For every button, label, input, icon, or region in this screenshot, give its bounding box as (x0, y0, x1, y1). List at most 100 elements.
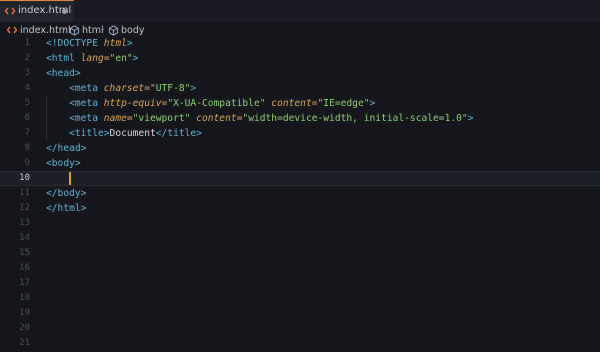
line-number: 5 (24, 98, 30, 108)
line-number: 17 (19, 278, 30, 288)
code-line[interactable]: 2 <html lang="en"> (0, 51, 600, 66)
tab-index-html[interactable]: index.html (0, 0, 74, 22)
code-token: </html> (46, 203, 87, 214)
line-number: 20 (19, 323, 30, 333)
code-token: </body> (46, 188, 87, 199)
breadcrumb-separator: › (62, 23, 66, 37)
breadcrumb-html[interactable]: html (69, 23, 104, 37)
chevron-right-icon: › (62, 25, 66, 35)
code-area[interactable]: 1 <!DOCTYPE html> 2 <html lang="en"> 3 <head>… (0, 36, 600, 352)
line-content: <meta http-equiv="X-UA-Compatible" conte… (46, 96, 375, 111)
line-number: 16 (19, 263, 30, 273)
code-token: > (132, 53, 139, 64)
line-number: 21 (19, 338, 30, 348)
line-content: </body> (46, 186, 86, 201)
tab-bar: index.html (0, 0, 600, 22)
text-cursor (69, 172, 71, 185)
code-token: http-equiv (103, 98, 162, 109)
code-token: content (196, 113, 237, 124)
code-line[interactable]: 20 (0, 321, 600, 336)
line-content: <meta name="viewport" content="width=dev… (46, 111, 473, 126)
code-token: <meta (69, 98, 104, 109)
code-token: "width=device-width, initial-scale=1.0" (242, 113, 468, 124)
code-token: "IE=edge" (317, 98, 370, 109)
code-line[interactable]: 6 <meta name="viewport" content="width=d… (0, 111, 600, 126)
code-token: "viewport" (132, 113, 191, 124)
breadcrumb-file[interactable]: index.html (6, 23, 71, 37)
code-line-active[interactable]: 10 (0, 171, 600, 186)
cube-icon (69, 24, 80, 36)
line-content: <html lang="en"> (46, 51, 138, 66)
line-number: 4 (24, 83, 30, 93)
html-file-icon (4, 7, 16, 15)
code-token: content (271, 98, 312, 109)
code-token: "UTF-8" (149, 83, 191, 94)
code-token: > (369, 98, 376, 109)
line-number: 19 (19, 308, 30, 318)
unsaved-dot-icon[interactable] (62, 9, 67, 14)
code-line[interactable]: 1 <!DOCTYPE html> (0, 36, 600, 51)
code-token: lang (80, 53, 104, 64)
line-number: 6 (24, 113, 30, 123)
code-line[interactable]: 21 (0, 336, 600, 351)
code-line[interactable]: 8 </head> (0, 141, 600, 156)
code-token: name (103, 113, 127, 124)
code-line[interactable]: 11 </body> (0, 186, 600, 201)
code-line[interactable]: 14 (0, 231, 600, 246)
line-number: 1 (24, 38, 30, 48)
breadcrumb-separator: › (101, 23, 105, 37)
code-line[interactable]: 9 <body> (0, 156, 600, 171)
breadcrumb-body-label: body (121, 24, 145, 36)
code-token: <body> (46, 158, 81, 169)
code-line[interactable]: 12 </html> (0, 201, 600, 216)
line-number: 7 (24, 128, 30, 138)
line-content: <body> (46, 156, 81, 171)
code-line[interactable]: 17 (0, 276, 600, 291)
code-token: <html (46, 53, 81, 64)
line-content: </head> (46, 141, 86, 156)
line-number: 8 (24, 143, 30, 153)
line-number: 11 (19, 188, 30, 198)
code-token: <!DOCTYPE (46, 38, 104, 49)
chevron-right-icon: › (101, 25, 105, 35)
code-line[interactable]: 4 <meta charset="UTF-8"> (0, 81, 600, 96)
line-number: 10 (19, 173, 30, 183)
code-token: "X-UA-Compatible" (167, 98, 266, 109)
line-number: 18 (19, 293, 30, 303)
code-token: <meta (69, 83, 104, 94)
line-content: <title>Document</title> (46, 126, 202, 141)
html-file-icon (6, 26, 18, 34)
code-token: <title> (69, 128, 110, 139)
code-token: charset (103, 83, 145, 94)
code-line[interactable]: 5 <meta http-equiv="X-UA-Compatible" con… (0, 96, 600, 111)
code-token: > (126, 38, 133, 49)
line-content: </html> (46, 201, 86, 216)
code-line[interactable]: 13 (0, 216, 600, 231)
code-token: > (190, 83, 197, 94)
line-number: 2 (24, 53, 30, 63)
code-editor: index.html index.html › html › body 1 <!… (0, 0, 600, 352)
code-token: html (103, 38, 127, 49)
line-number: 14 (19, 233, 30, 243)
line-number: 15 (19, 248, 30, 258)
code-token: <meta (69, 113, 104, 124)
code-line[interactable]: 3 <head> (0, 66, 600, 81)
code-line[interactable]: 18 (0, 291, 600, 306)
code-token: </head> (46, 143, 87, 154)
code-token: <head> (46, 68, 81, 79)
breadcrumb-body[interactable]: body (108, 23, 145, 37)
code-token: > (467, 113, 474, 124)
code-line[interactable]: 7 <title>Document</title> (0, 126, 600, 141)
line-content: <!DOCTYPE html> (46, 36, 133, 51)
line-content: <head> (46, 66, 81, 81)
code-line[interactable]: 16 (0, 261, 600, 276)
code-line[interactable]: 19 (0, 306, 600, 321)
line-number: 9 (24, 158, 30, 168)
line-content: <meta charset="UTF-8"> (46, 81, 196, 96)
code-line[interactable]: 15 (0, 246, 600, 261)
code-token: "en" (109, 53, 133, 64)
